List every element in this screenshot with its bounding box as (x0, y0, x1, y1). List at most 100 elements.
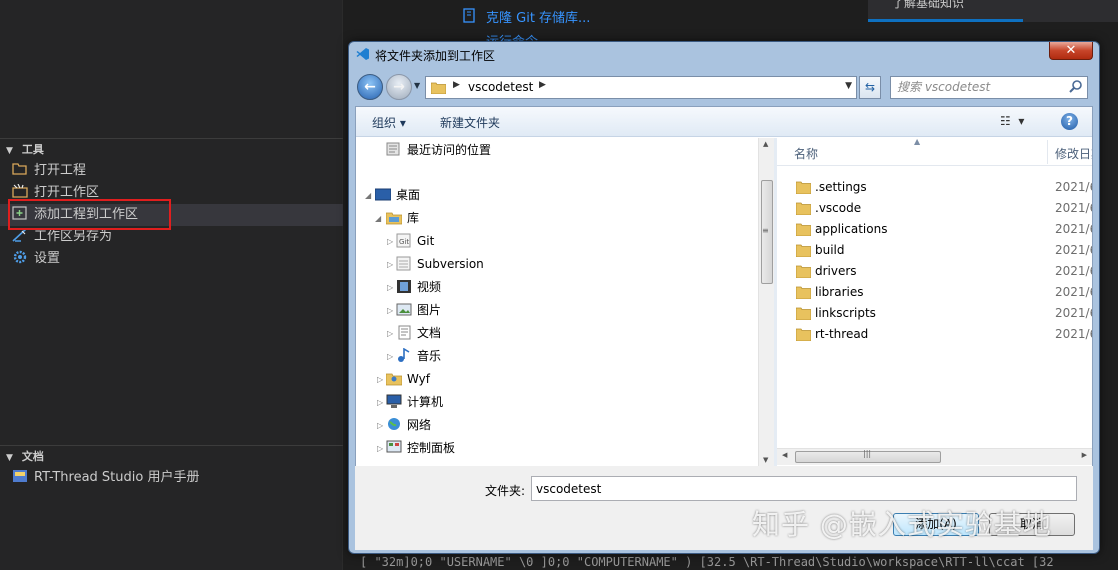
new-folder-button[interactable]: 新建文件夹 (440, 114, 500, 131)
folder-row[interactable]: applications 2021/6 (777, 219, 1092, 240)
tool-item-settings[interactable]: 设置 (0, 248, 343, 270)
close-icon: ✕ (1065, 43, 1077, 58)
folder-row[interactable]: .settings 2021/6 (777, 177, 1092, 198)
breadcrumb-vscodetest[interactable]: vscodetest (468, 80, 533, 94)
column-header-name[interactable]: 名称 (794, 145, 818, 162)
search-input[interactable] (897, 80, 1065, 94)
folder-name-input[interactable] (531, 476, 1077, 501)
tree-expand-icon[interactable]: ▷ (387, 301, 393, 321)
folder-date: 2021/6 (1055, 306, 1092, 320)
tree-item-label: 网络 (407, 418, 432, 432)
folder-icon (796, 223, 811, 236)
tree-item-music[interactable]: ▷ 音乐 (387, 346, 441, 366)
tree-item-user-wyf[interactable]: ▷ Wyf (377, 369, 430, 389)
folder-row[interactable]: rt-thread 2021/6 (777, 324, 1092, 345)
tree-expand-icon[interactable]: ▷ (377, 370, 383, 390)
breadcrumb-separator-icon[interactable]: ▶ (539, 80, 546, 90)
file-list-horizontal-scrollbar[interactable]: ◀ ||| ▶ (777, 448, 1092, 465)
folder-icon (796, 286, 811, 299)
tree-expand-icon[interactable]: ▷ (387, 255, 393, 275)
walkthrough-card[interactable]: 了解基础知识 (868, 0, 1118, 22)
close-button[interactable]: ✕ (1049, 42, 1093, 60)
tree-expand-icon[interactable]: ▷ (387, 347, 393, 367)
tree-item-label: Subversion (417, 257, 484, 271)
folder-row[interactable]: .vscode 2021/6 (777, 198, 1092, 219)
tree-item-subversion[interactable]: ▷ Subversion (387, 254, 484, 274)
add-folder-dialog: 将文件夹添加到工作区 ✕ ← → ▼ ▶ vscodetest ▶ ▼ ⇆ 组织… (348, 41, 1100, 554)
scroll-left-icon[interactable]: ◀ (782, 451, 787, 459)
tree-item-control-panel[interactable]: ▷ 控制面板 (377, 438, 456, 458)
tree-expand-icon[interactable]: ▷ (377, 393, 383, 413)
folder-row[interactable]: linkscripts 2021/6 (777, 303, 1092, 324)
folder-row[interactable]: build 2021/6 (777, 240, 1092, 261)
tree-item-git[interactable]: ▷ Git Git (387, 231, 434, 251)
folder-open-icon (12, 163, 27, 175)
dialog-titlebar[interactable]: 将文件夹添加到工作区 ✕ (349, 42, 1099, 68)
tool-item-open-project[interactable]: 打开工程 (0, 160, 343, 182)
scroll-right-icon[interactable]: ▶ (1082, 451, 1087, 459)
refresh-button[interactable]: ⇆ (859, 76, 881, 99)
folder-name: .settings (815, 180, 867, 194)
tree-expand-icon[interactable]: ▷ (387, 324, 393, 344)
folder-name: applications (815, 222, 888, 236)
column-header-date[interactable]: 修改日期 (1055, 145, 1092, 162)
help-button[interactable]: ? (1061, 113, 1078, 130)
documents-icon (398, 325, 411, 340)
sort-ascending-icon: ▲ (914, 138, 921, 146)
tree-expand-icon[interactable]: ▷ (377, 416, 383, 436)
folder-icon (796, 328, 811, 341)
recent-pages-dropdown[interactable]: ▼ (414, 81, 420, 90)
scroll-grip-icon: ||| (863, 449, 872, 458)
tree-collapse-icon[interactable]: ◢ (365, 186, 371, 206)
doc-item-user-manual[interactable]: RT-Thread Studio 用户手册 (0, 467, 343, 489)
scroll-grip-icon: ≡ (762, 226, 769, 235)
tree-item-documents[interactable]: ▷ 文档 (387, 323, 441, 343)
search-icon[interactable] (1068, 79, 1083, 94)
address-bar[interactable]: ▶ vscodetest ▶ ▼ (425, 76, 857, 99)
folder-icon (796, 181, 811, 194)
tree-item-label: 控制面板 (407, 441, 456, 455)
desktop-icon (375, 188, 391, 201)
clone-git-repo-link[interactable]: 克隆 Git 存储库... (486, 7, 590, 26)
video-icon (397, 280, 411, 293)
navigation-pane: 最近访问的位置 ◢ 桌面 ◢ 库 ▷ Git Git ▷ Subversion ▷… (356, 138, 768, 466)
address-dropdown-icon[interactable]: ▼ (845, 81, 852, 91)
arrow-left-icon: ← (364, 79, 376, 95)
walkthrough-title: 了解基础知识 (892, 0, 965, 10)
change-view-button[interactable]: ☷ ▾ (1000, 114, 1024, 128)
tree-expand-icon[interactable]: ▷ (387, 278, 393, 298)
scroll-down-icon[interactable]: ▼ (763, 456, 768, 464)
tree-item-videos[interactable]: ▷ 视频 (387, 277, 441, 297)
tree-collapse-icon[interactable]: ◢ (375, 209, 381, 229)
view-list-icon: ☷ (1000, 114, 1011, 128)
folder-row[interactable]: libraries 2021/6 (777, 282, 1092, 303)
folder-date: 2021/6 (1055, 201, 1092, 215)
back-button[interactable]: ← (357, 74, 383, 100)
navigation-pane-scrollbar[interactable]: ▲ ≡ ▼ (758, 138, 774, 466)
tree-item-computer[interactable]: ▷ 计算机 (377, 392, 443, 412)
tree-item-network[interactable]: ▷ 网络 (377, 415, 432, 435)
help-icon: ? (1066, 114, 1073, 128)
explorer-sidebar: ▼ 工具 打开工程 打开工作区 添加工程到工作区 工作区另存为 设置 ▼ 文档 … (0, 0, 343, 570)
column-divider[interactable] (1047, 140, 1048, 164)
scroll-up-icon[interactable]: ▲ (763, 140, 768, 148)
tools-section-header[interactable]: ▼ 工具 (0, 138, 343, 160)
folder-icon (796, 202, 811, 215)
tree-item-libraries[interactable]: ◢ 库 (375, 208, 419, 228)
tree-item-recent-places[interactable]: 最近访问的位置 (386, 140, 491, 160)
docs-section-header[interactable]: ▼ 文档 (0, 445, 343, 467)
forward-button[interactable]: → (386, 74, 412, 100)
music-icon (398, 348, 410, 362)
search-box[interactable] (890, 76, 1088, 99)
organize-button[interactable]: 组织 ▾ (372, 114, 406, 131)
tree-item-pictures[interactable]: ▷ 图片 (387, 300, 441, 320)
tree-expand-icon[interactable]: ▷ (387, 232, 393, 252)
doc-item-label: RT-Thread Studio 用户手册 (34, 470, 200, 485)
breadcrumb-separator-icon[interactable]: ▶ (453, 80, 460, 90)
refresh-icon: ⇆ (864, 80, 876, 94)
tree-item-desktop[interactable]: ◢ 桌面 (365, 185, 420, 205)
control-panel-icon (386, 440, 402, 453)
tree-expand-icon[interactable]: ▷ (377, 439, 383, 459)
folder-row[interactable]: drivers 2021/6 (777, 261, 1092, 282)
folder-icon (431, 82, 446, 94)
